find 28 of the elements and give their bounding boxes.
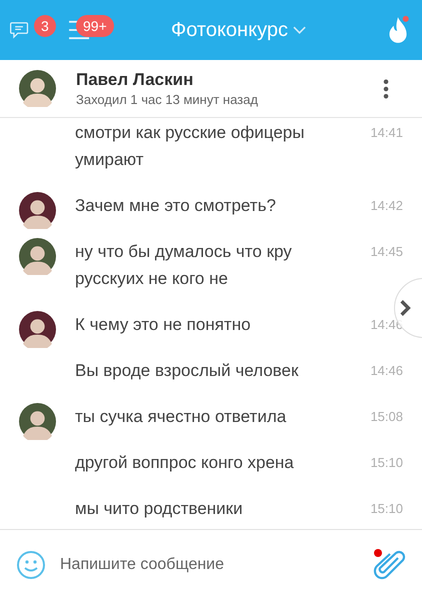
message-time: 15:08	[370, 408, 403, 426]
message-time: 14:42	[370, 196, 403, 214]
emoji-icon[interactable]	[16, 550, 46, 580]
last-seen-status: Заходил 1 час 13 минут назад	[76, 92, 258, 107]
chevron-right-icon	[399, 299, 411, 317]
message-time: 14:45	[370, 242, 403, 260]
message-text: Зачем мне это смотреть?	[75, 194, 277, 216]
message-time: 15:10	[370, 500, 403, 518]
message-text: смотри как русские офицеры умирают	[75, 122, 306, 170]
message-text: Вы вроде взрослый человек	[75, 360, 300, 382]
message-input[interactable]: Напишите сообщение	[58, 555, 372, 575]
message-text: ты сучка ячестно ответила	[75, 406, 288, 428]
message-text: мы чито родственики	[75, 498, 244, 520]
caret-icon	[292, 26, 306, 34]
title-dropdown[interactable]: Фотоконкурс	[171, 18, 306, 42]
unread-badge: 3	[34, 15, 56, 37]
contact-name: Павел Ласкин	[76, 70, 194, 90]
notification-badge: 99+	[76, 15, 114, 37]
avatar-icon	[19, 70, 56, 107]
more-options-icon[interactable]	[383, 78, 389, 98]
message-time: 14:46	[370, 316, 403, 334]
message-text: ну что бы думалось что кру русскуих не кого не	[75, 240, 293, 290]
paperclip-icon[interactable]	[372, 548, 406, 582]
message-text: другой воппрос конго хрена	[75, 452, 295, 474]
message-text: К чему это не понятно	[75, 314, 252, 336]
message-time: 14:41	[370, 124, 403, 142]
message-time: 15:10	[370, 454, 403, 472]
message-time: 14:46	[370, 362, 403, 380]
